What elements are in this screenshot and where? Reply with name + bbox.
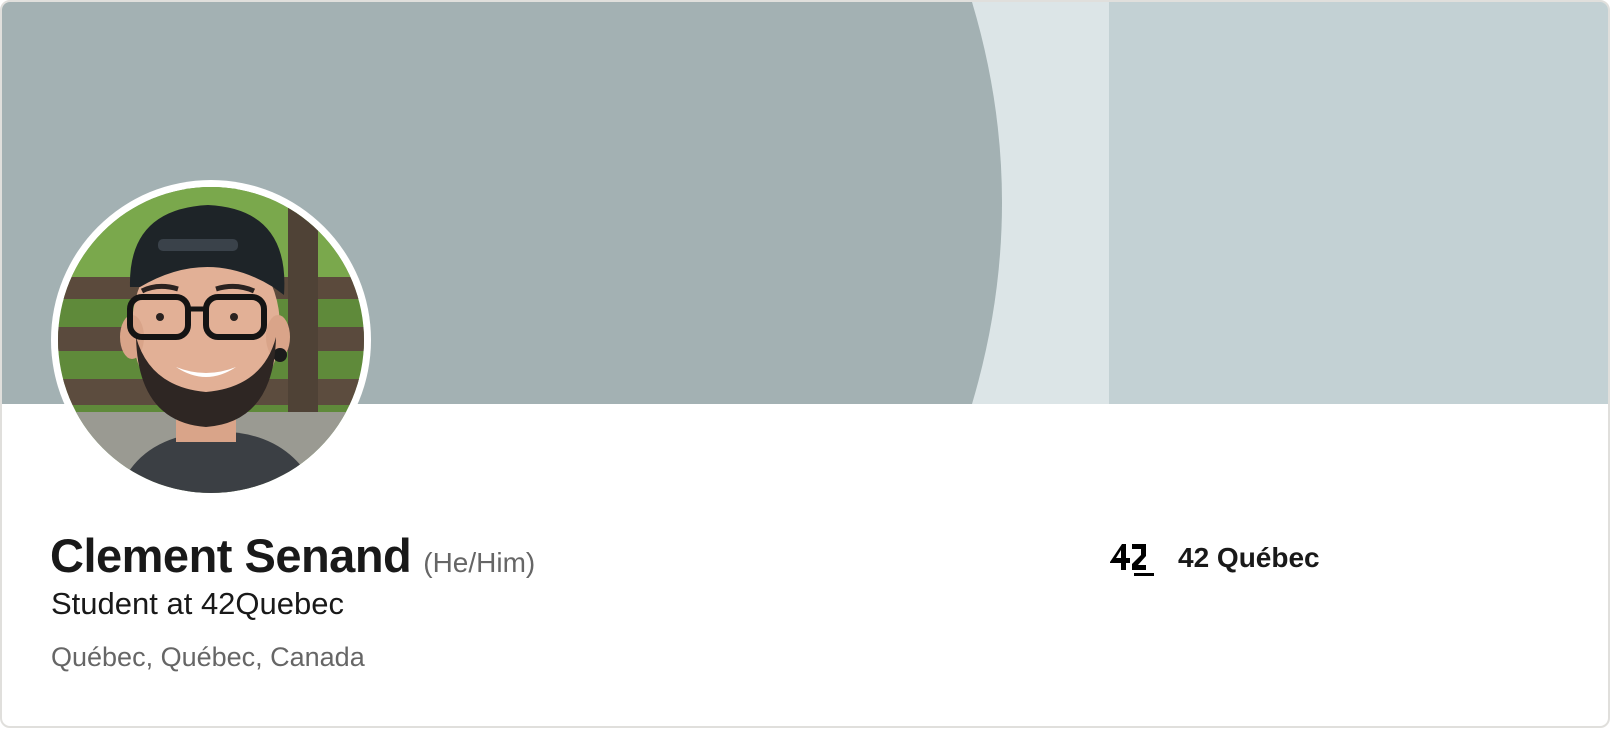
profile-card: Clement Senand (He/Him) Student at 42Que…	[0, 0, 1610, 728]
current-company-link[interactable]: 42 Québec	[1108, 538, 1320, 578]
profile-location: Québec, Québec, Canada	[51, 642, 365, 672]
42-quebec-logo-icon	[1110, 544, 1154, 576]
profile-name: Clement Senand	[50, 529, 412, 582]
profile-headline: Student at 42Quebec	[51, 586, 345, 621]
company-name: 42 Québec	[1178, 542, 1320, 573]
profile-photo[interactable]	[51, 180, 371, 500]
profile-pronouns: (He/Him)	[423, 547, 536, 578]
profile-name-row: Clement Senand (He/Him)	[50, 528, 535, 583]
